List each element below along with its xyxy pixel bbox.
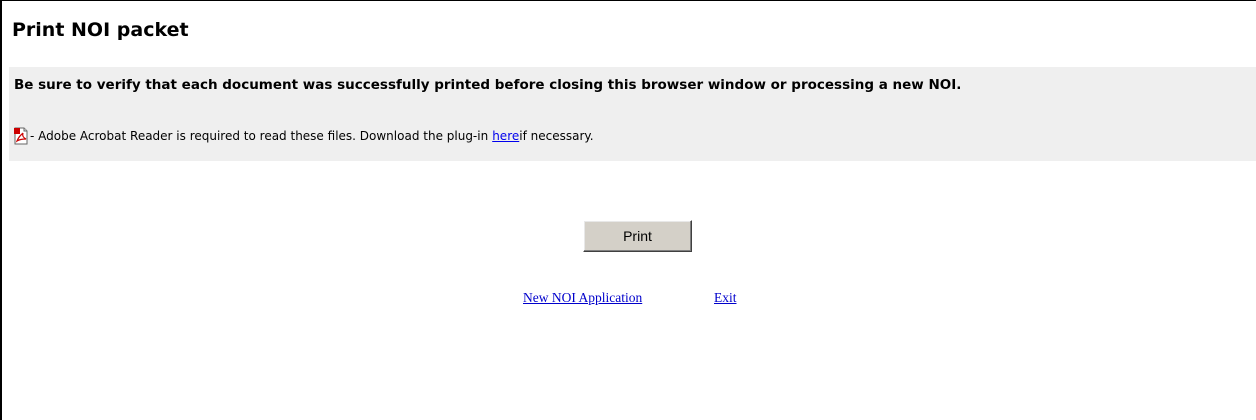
new-noi-application-link[interactable]: New NOI Application (523, 290, 642, 306)
acrobat-requirement: - Adobe Acrobat Reader is required to re… (13, 126, 594, 146)
requirement-text: - Adobe Acrobat Reader is required to re… (30, 129, 489, 143)
page-frame: Print NOI packet Be sure to verify that … (0, 0, 1256, 420)
notice-panel: Be sure to verify that each document was… (9, 67, 1256, 161)
print-button[interactable]: Print (583, 220, 692, 252)
requirement-suffix: if necessary. (519, 129, 594, 143)
print-warning: Be sure to verify that each document was… (14, 77, 962, 93)
plugin-download-link[interactable]: here (492, 129, 519, 143)
exit-link[interactable]: Exit (714, 290, 737, 306)
pdf-icon (13, 127, 29, 145)
page-title: Print NOI packet (12, 19, 189, 41)
